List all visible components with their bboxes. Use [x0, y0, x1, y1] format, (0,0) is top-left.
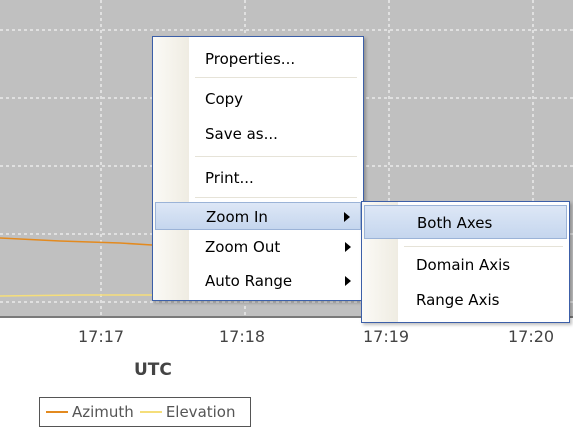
azimuth-swatch: [46, 411, 68, 413]
menu-item-zoom-in[interactable]: Zoom In: [155, 202, 361, 230]
submenu-arrow-icon: [344, 212, 350, 222]
submenu-arrow-icon: [345, 242, 351, 252]
menu-item-label: Both Axes: [417, 214, 493, 232]
menu-item-label: Copy: [205, 90, 244, 108]
menu-item-properties[interactable]: Properties...: [155, 45, 361, 73]
x-tick-label: 17:20: [508, 327, 555, 346]
menu-separator: [195, 77, 357, 78]
menu-item-label: Zoom In: [206, 208, 268, 226]
submenu-item-both-axes[interactable]: Both Axes: [364, 205, 567, 239]
menu-item-label: Save as...: [205, 125, 278, 143]
menu-item-label: Zoom Out: [205, 238, 281, 256]
menu-item-label: Print...: [205, 169, 254, 187]
context-menu: Properties... Copy Save as... Print... Z…: [152, 36, 364, 301]
legend-label: Azimuth: [72, 403, 134, 421]
zoom-in-submenu: Both Axes Domain Axis Range Axis: [361, 201, 570, 323]
legend-item-azimuth: Azimuth: [46, 403, 134, 421]
x-tick-label: 17:19: [363, 327, 410, 346]
menu-item-print[interactable]: Print...: [155, 164, 361, 192]
menu-item-label: Properties...: [205, 50, 296, 68]
menu-item-label: Domain Axis: [416, 256, 511, 274]
menu-item-save-as[interactable]: Save as...: [155, 120, 361, 148]
menu-separator: [404, 246, 563, 247]
azimuth-series-line: [0, 237, 153, 246]
chart-legend: Azimuth Elevation: [39, 397, 251, 427]
submenu-arrow-icon: [345, 276, 351, 286]
legend-label: Elevation: [165, 403, 236, 421]
menu-separator: [195, 156, 357, 157]
menu-item-auto-range[interactable]: Auto Range: [155, 267, 361, 295]
menu-item-label: Auto Range: [205, 272, 293, 290]
x-tick-label: 17:17: [78, 327, 125, 346]
legend-item-elevation: Elevation: [139, 403, 236, 421]
x-axis-title: UTC: [134, 360, 172, 380]
submenu-item-range-axis[interactable]: Range Axis: [364, 286, 567, 314]
elevation-swatch: [139, 411, 162, 413]
x-tick-label: 17:18: [219, 327, 266, 346]
menu-item-zoom-out[interactable]: Zoom Out: [155, 233, 361, 261]
menu-item-copy[interactable]: Copy: [155, 85, 361, 113]
elevation-series-line: [0, 294, 152, 297]
menu-item-label: Range Axis: [416, 291, 500, 309]
menu-separator: [195, 197, 357, 198]
submenu-item-domain-axis[interactable]: Domain Axis: [364, 251, 567, 279]
